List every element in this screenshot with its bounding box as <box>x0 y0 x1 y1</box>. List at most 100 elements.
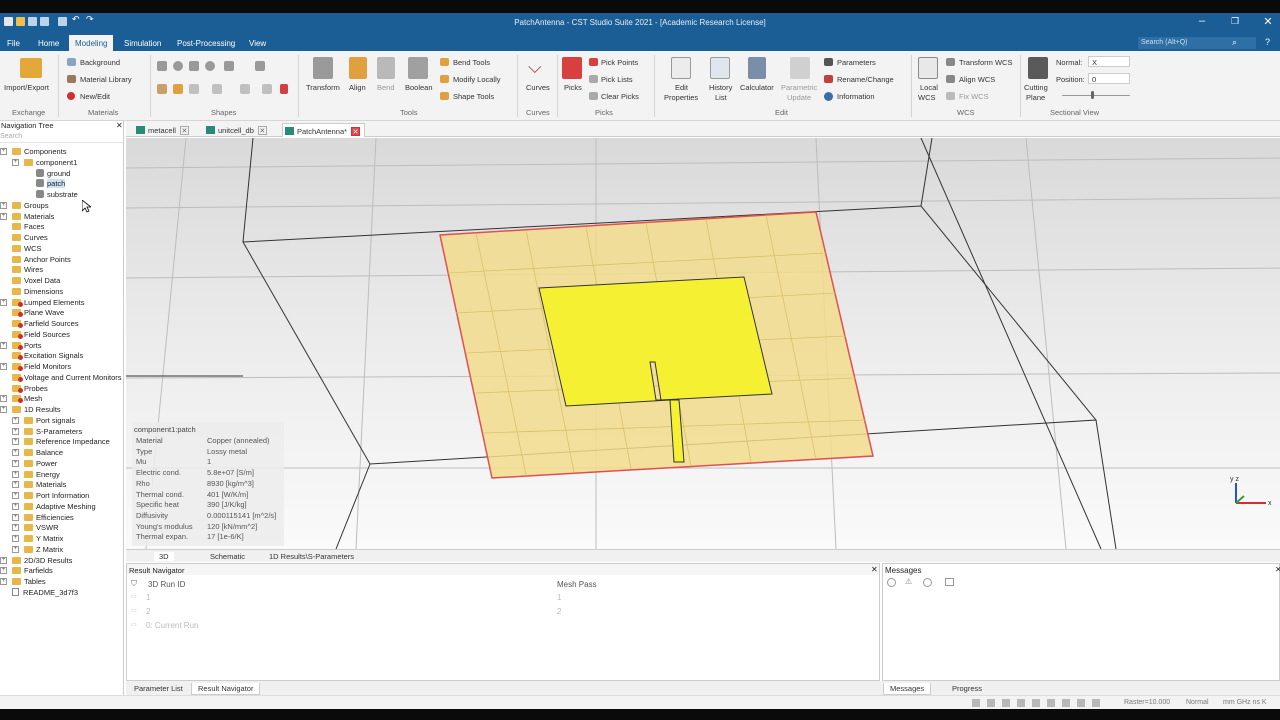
table-row[interactable]: ▭ 0: Current Run <box>131 621 871 633</box>
cylinder-icon[interactable] <box>189 61 199 71</box>
expand-icon[interactable]: + <box>12 449 19 456</box>
expand-icon[interactable]: + <box>0 341 7 349</box>
close-panel-icon[interactable]: ✕ <box>116 121 123 130</box>
tree-item[interactable]: Voltage and Current Monitors <box>12 373 122 383</box>
expand-icon[interactable]: + <box>12 427 19 435</box>
torus-icon[interactable] <box>205 61 215 71</box>
close-panel-icon[interactable]: ✕ <box>1275 565 1280 574</box>
align-button[interactable]: Align <box>349 83 366 92</box>
tab-result-navigator[interactable]: Result Navigator <box>191 683 261 695</box>
align-wcs-button[interactable]: Align WCS <box>959 75 995 84</box>
warning-icon[interactable]: ⚠ <box>905 577 912 586</box>
expand-icon[interactable]: + <box>12 459 19 467</box>
cutting-plane-label-2[interactable]: Plane <box>1026 93 1045 102</box>
tree-item[interactable]: + Groups <box>0 201 49 211</box>
parametric-update-label-2[interactable]: Update <box>787 93 811 102</box>
restore-icon[interactable]: ❐ <box>1225 16 1245 27</box>
position-slider[interactable] <box>1062 95 1130 96</box>
clear-messages-icon[interactable] <box>887 578 896 587</box>
shape-tools-button[interactable]: Shape Tools <box>453 92 494 101</box>
rotate-icon[interactable] <box>255 61 265 71</box>
history-list-label-1[interactable]: History <box>709 83 732 92</box>
new-edit-material-button[interactable]: New/Edit <box>80 92 110 101</box>
tree-item[interactable]: Faces <box>12 222 44 232</box>
expand-icon[interactable]: + <box>12 438 19 446</box>
tree-item[interactable]: README_3d7f3 <box>12 587 78 598</box>
tab-metacell[interactable]: metacell ✕ <box>134 123 193 137</box>
tree-item[interactable]: + Y Matrix <box>12 534 63 544</box>
tree-item[interactable]: Anchor Points <box>12 255 71 265</box>
tree-item[interactable]: Probes <box>12 384 48 394</box>
expand-icon[interactable]: + <box>0 201 7 209</box>
expand-icon[interactable]: + <box>12 416 19 424</box>
tree-item[interactable]: + Components <box>0 147 67 157</box>
search-icon[interactable]: ⌕ <box>1232 37 1237 48</box>
position-slider-thumb[interactable] <box>1091 91 1094 99</box>
picks-button[interactable]: Picks <box>564 83 582 92</box>
tree-item[interactable]: Excitation Signals <box>12 351 83 361</box>
expand-icon[interactable]: + <box>12 535 19 542</box>
tree-item[interactable]: + Adaptive Meshing <box>12 502 96 512</box>
expand-icon[interactable]: + <box>0 578 7 585</box>
rename-change-button[interactable]: Rename/Change <box>837 75 894 84</box>
expand-icon[interactable]: + <box>0 363 7 370</box>
close-tab-icon[interactable]: ✕ <box>257 126 267 135</box>
tree-item[interactable]: patch <box>36 179 66 189</box>
expand-icon[interactable]: + <box>12 492 19 499</box>
background-button[interactable]: Background <box>80 58 120 67</box>
history-list-label-2[interactable]: List <box>715 93 727 102</box>
curves-icon[interactable]: ⌵ <box>528 57 548 79</box>
table-row[interactable]: ▭ 2 2 <box>131 607 871 619</box>
tab-patch-antenna[interactable]: PatchAntenna* ✕ <box>282 123 366 137</box>
tree-item[interactable]: + Lumped Elements <box>0 298 84 308</box>
normal-select[interactable]: X <box>1088 56 1130 67</box>
tree-item[interactable]: + Energy <box>12 470 60 480</box>
column-header-run-id[interactable]: 3D Run ID <box>148 580 185 589</box>
expand-icon[interactable]: + <box>0 406 7 413</box>
shell-icon[interactable] <box>240 84 250 94</box>
calculator-button[interactable]: Calculator <box>740 83 774 92</box>
status-tool-icons[interactable] <box>972 699 1102 707</box>
local-wcs-icon[interactable] <box>918 57 938 79</box>
tree-item[interactable]: + Farfields <box>0 566 53 576</box>
chamfer-icon[interactable] <box>212 84 222 94</box>
tree-item[interactable]: + Port signals <box>12 416 75 426</box>
expand-icon[interactable]: + <box>12 158 19 166</box>
picks-icon[interactable] <box>562 57 582 79</box>
table-row[interactable]: ▭ 1 1 <box>131 593 871 605</box>
edit-properties-label-1[interactable]: Edit <box>675 83 688 92</box>
boolean-button[interactable]: Boolean <box>405 83 433 92</box>
tree-item[interactable]: + Port Information <box>12 491 89 501</box>
tab-progress[interactable]: Progress <box>946 683 988 694</box>
bend-icon[interactable] <box>377 57 395 79</box>
parameters-button[interactable]: Parameters <box>837 58 876 67</box>
expand-icon[interactable]: + <box>0 212 7 220</box>
tree-item[interactable]: Wires <box>12 265 43 275</box>
expand-icon[interactable]: + <box>12 513 19 521</box>
import-export-button[interactable]: Import/Export <box>4 83 49 92</box>
pick-lists-button[interactable]: Pick Lists <box>601 75 633 84</box>
tree-item[interactable]: + Materials <box>0 212 54 222</box>
close-tab-icon[interactable]: ✕ <box>179 126 189 135</box>
fix-wcs-button[interactable]: Fix WCS <box>959 92 989 101</box>
tab-schematic[interactable]: Schematic <box>210 552 245 561</box>
model-view[interactable]: y z x <box>126 138 1280 549</box>
edit-properties-icon[interactable] <box>671 57 691 79</box>
menu-modeling[interactable]: Modeling <box>69 35 114 51</box>
material-library-button[interactable]: Material Library <box>80 75 132 84</box>
tree-item[interactable]: WCS <box>12 244 42 254</box>
tree-item[interactable]: + Materials <box>12 480 66 490</box>
sweep-icon[interactable] <box>173 84 183 94</box>
close-panel-icon[interactable]: ✕ <box>871 565 878 574</box>
menu-simulation[interactable]: Simulation <box>124 39 161 48</box>
local-wcs-label-1[interactable]: Local <box>920 83 938 92</box>
blend-icon[interactable] <box>189 84 199 94</box>
expand-icon[interactable]: + <box>0 298 7 306</box>
tree-item[interactable]: + S-Parameters <box>12 427 82 437</box>
brick-icon[interactable] <box>157 61 167 71</box>
face-icon[interactable] <box>262 84 272 94</box>
info-filter-icon[interactable] <box>923 578 932 587</box>
history-list-icon[interactable] <box>710 57 730 79</box>
extrude-icon[interactable] <box>224 61 234 71</box>
tree-item[interactable]: Dimensions <box>12 287 63 297</box>
